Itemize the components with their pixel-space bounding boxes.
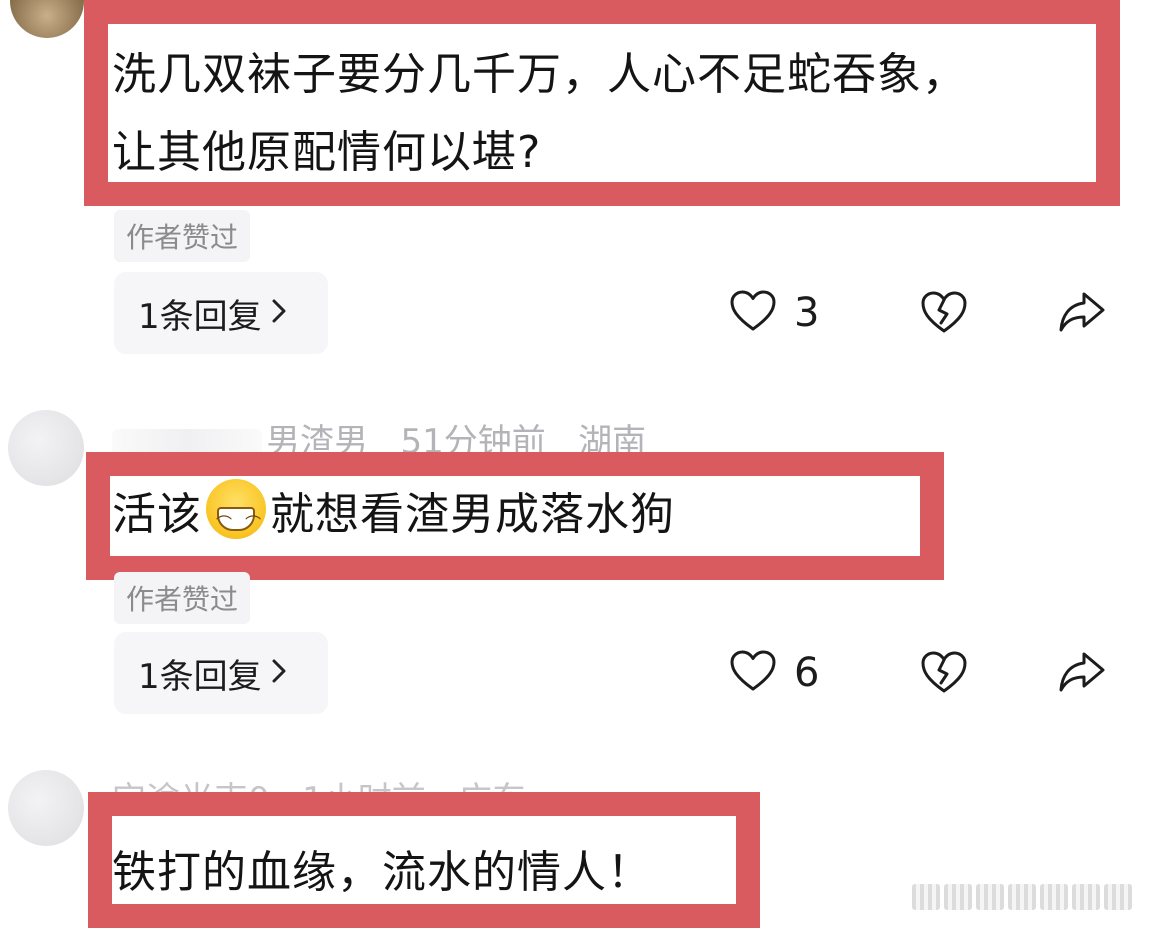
comment-text-part: 活该 bbox=[112, 489, 202, 540]
comment-text: 洗几双袜子要分几千万，人心不足蛇吞象， 让其他原配情何以堪? bbox=[112, 36, 967, 192]
author-liked-badge: 作者赞过 bbox=[114, 572, 251, 624]
comment-text: 活该 就想看渣男成落水狗 bbox=[112, 476, 675, 563]
grinning-face-emoji bbox=[206, 479, 266, 563]
chevron-right-icon bbox=[272, 656, 286, 691]
replies-button[interactable]: 1条回复 bbox=[114, 632, 328, 714]
like-button[interactable]: 6 bbox=[730, 650, 819, 696]
broken-heart-icon bbox=[920, 290, 968, 338]
share-button[interactable] bbox=[1058, 290, 1106, 338]
heart-outline-icon bbox=[730, 650, 776, 696]
chevron-right-icon bbox=[272, 296, 286, 331]
dislike-button[interactable] bbox=[920, 650, 968, 698]
like-count: 6 bbox=[794, 650, 820, 696]
avatar[interactable] bbox=[8, 410, 84, 486]
replies-label: 1条回复 bbox=[138, 656, 262, 697]
replies-button[interactable]: 1条回复 bbox=[114, 272, 328, 354]
share-arrow-icon bbox=[1058, 650, 1106, 698]
comment-line: 让其他原配情何以堪? bbox=[112, 127, 542, 178]
comment-line: 洗几双袜子要分几千万，人心不足蛇吞象， bbox=[112, 49, 967, 100]
heart-outline-icon bbox=[730, 290, 776, 336]
like-count: 3 bbox=[794, 290, 820, 336]
watermark bbox=[912, 882, 1132, 912]
replies-label: 1条回复 bbox=[138, 296, 262, 337]
avatar[interactable] bbox=[10, 0, 84, 38]
comment-text-part: 就想看渣男成落水狗 bbox=[270, 489, 675, 540]
broken-heart-icon bbox=[920, 650, 968, 698]
like-button[interactable]: 3 bbox=[730, 290, 819, 336]
author-liked-badge: 作者赞过 bbox=[114, 210, 251, 262]
share-arrow-icon bbox=[1058, 290, 1106, 338]
avatar[interactable] bbox=[8, 770, 84, 846]
comment-text: 铁打的血缘，流水的情人！ bbox=[112, 847, 652, 898]
share-button[interactable] bbox=[1058, 650, 1106, 698]
dislike-button[interactable] bbox=[920, 290, 968, 338]
